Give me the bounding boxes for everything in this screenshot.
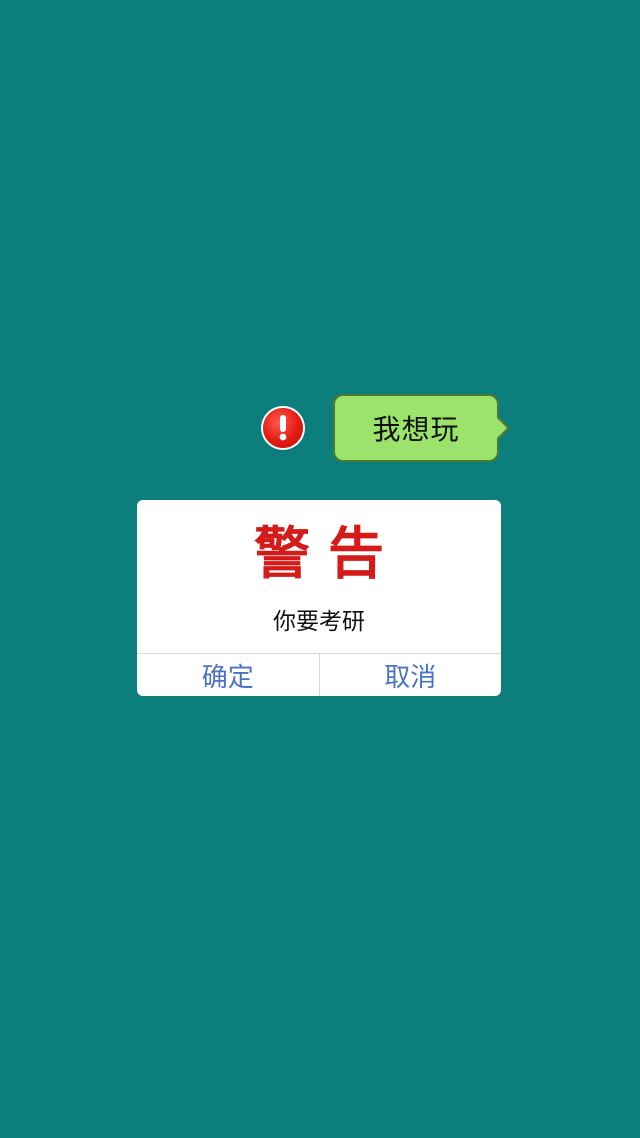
send-failed-error-icon[interactable] xyxy=(263,408,303,448)
bubble-tail xyxy=(496,417,507,439)
alert-dialog: 警告 你要考研 确定 取消 xyxy=(137,500,501,696)
dialog-message: 你要考研 xyxy=(273,609,365,635)
chat-message-text: 我想玩 xyxy=(372,413,460,446)
dialog-title: 警告 xyxy=(254,521,402,587)
confirm-button[interactable]: 确定 xyxy=(137,654,320,696)
dialog-button-bar: 确定 取消 xyxy=(137,653,501,696)
cancel-button[interactable]: 取消 xyxy=(320,654,502,696)
exclamation-icon xyxy=(279,415,287,441)
chat-message-bubble[interactable]: 我想玩 xyxy=(333,394,499,462)
